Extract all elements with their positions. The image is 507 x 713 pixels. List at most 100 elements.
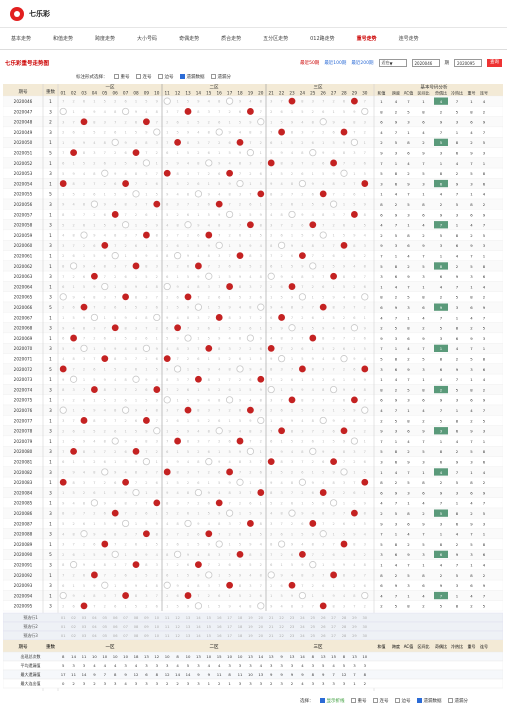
number-header: 12: [175, 91, 181, 96]
miss-value: 5: [62, 223, 64, 227]
last-50-link[interactable]: 最近50期: [300, 60, 319, 66]
nav-tab-0[interactable]: 基本走势: [11, 35, 31, 42]
drawn-ball: [101, 540, 109, 548]
predict-number: 18: [238, 616, 243, 620]
miss-value: 6: [301, 347, 303, 351]
nav-tab-8[interactable]: 重号走势: [357, 35, 377, 42]
miss-value: 7: [145, 203, 147, 207]
miss-value: 5: [353, 501, 355, 505]
to-issue-input[interactable]: 2020095: [454, 59, 482, 67]
miss-value: 1: [332, 110, 334, 114]
miss-value: 8: [62, 264, 64, 268]
nav-tab-9[interactable]: 连号走势: [399, 35, 419, 42]
miss-ball: [153, 128, 161, 136]
miss-ball: [122, 107, 130, 116]
miss-value: 8: [114, 532, 116, 536]
drawn-ball: [351, 509, 358, 517]
option-0[interactable]: 重号: [350, 698, 367, 704]
option-1[interactable]: 连号: [135, 74, 152, 80]
nav-tab-7[interactable]: 012路走势: [310, 35, 335, 42]
miss-value: 7: [301, 285, 303, 289]
nav-tab-4[interactable]: 奇偶走势: [179, 35, 199, 42]
last-100-link[interactable]: 最近100期: [324, 60, 346, 66]
option-2[interactable]: 边号: [394, 698, 411, 704]
miss-ball: [111, 138, 119, 146]
option-3[interactable]: 遗漏数据: [179, 74, 205, 80]
issue-cell: 2020069: [14, 336, 33, 341]
drawn-ball: [340, 540, 348, 548]
analysis-col-0: 和值: [378, 90, 386, 96]
from-issue-input[interactable]: 2020046: [411, 59, 440, 67]
drawn-ball: [330, 458, 337, 466]
miss-value: 2: [353, 584, 355, 588]
miss-value: 9: [156, 398, 158, 402]
show-line-option[interactable]: 显示折线: [319, 698, 345, 704]
miss-value: 3: [301, 131, 303, 135]
miss-value: 5: [249, 563, 251, 567]
table-row: [3, 198, 503, 210]
miss-value: 6: [83, 522, 85, 526]
miss-value: 6: [166, 450, 168, 454]
miss-value: 6: [62, 161, 64, 165]
miss-value: 3: [280, 192, 282, 196]
miss-value: 2: [104, 131, 106, 135]
issue-cell: 2020056: [14, 202, 33, 207]
predict-number: 10: [155, 616, 160, 620]
nav-tab-2[interactable]: 跨度走势: [95, 35, 115, 42]
drawn-ball: [319, 602, 327, 610]
miss-value: 2: [62, 604, 64, 608]
header-repeat: 重数: [46, 88, 55, 95]
option-4[interactable]: 遗漏分: [210, 74, 231, 80]
miss-value: 8: [301, 100, 303, 104]
miss-value: 1: [83, 553, 85, 557]
miss-ball: [194, 602, 202, 610]
miss-value: 8: [291, 131, 293, 135]
nav-tab-3[interactable]: 大小号码: [137, 35, 157, 42]
range-select[interactable]: 近在 ▼: [378, 59, 407, 67]
miss-value: 6: [291, 501, 293, 505]
repeat-cell: 1: [49, 480, 52, 485]
option-4[interactable]: 遗漏分: [447, 698, 468, 704]
miss-value: 6: [176, 543, 178, 547]
miss-value: 5: [176, 306, 178, 310]
number-header: 26: [321, 91, 327, 96]
miss-value: 6: [228, 563, 230, 567]
miss-value: 8: [239, 584, 241, 588]
nav-tab-6[interactable]: 五分区走势: [263, 35, 288, 42]
predict-number: 23: [290, 616, 295, 620]
miss-value: 9: [197, 275, 199, 279]
nav-tab-5[interactable]: 质合走势: [221, 35, 241, 42]
table-row: [3, 363, 503, 375]
miss-value: 7: [312, 553, 314, 557]
option-3[interactable]: 遗漏数据: [416, 698, 442, 704]
miss-value: 9: [187, 131, 189, 135]
option-2[interactable]: 边号: [157, 74, 174, 80]
miss-value: 5: [62, 172, 64, 176]
query-button[interactable]: 查询: [487, 59, 502, 67]
miss-value: 1: [312, 347, 314, 351]
miss-value: 7: [270, 378, 272, 382]
miss-value: 5: [176, 182, 178, 186]
drawn-ball: [226, 581, 234, 589]
option-0[interactable]: 重号: [113, 74, 130, 80]
nav-tab-1[interactable]: 和值走势: [53, 35, 73, 42]
miss-value: 8: [353, 543, 355, 547]
footer-analysis-col: 奇偶比: [435, 643, 447, 649]
drawn-ball: [340, 427, 348, 435]
miss-value: 5: [260, 182, 262, 186]
miss-value: 9: [187, 254, 189, 258]
miss-value: 7: [291, 316, 293, 320]
option-1[interactable]: 连号: [372, 698, 389, 704]
miss-value: 8: [353, 419, 355, 423]
miss-value: 6: [270, 264, 272, 268]
miss-value: 3: [332, 213, 334, 217]
miss-value: 8: [208, 378, 210, 382]
miss-ball: [236, 179, 244, 188]
predict-number: 10: [155, 625, 160, 629]
miss-value: 3: [72, 213, 74, 217]
miss-value: 7: [280, 522, 282, 526]
miss-value: 1: [62, 491, 64, 495]
table-row: [3, 487, 503, 498]
miss-value: 1: [135, 398, 137, 402]
last-200-link[interactable]: 最近200期: [351, 60, 373, 66]
